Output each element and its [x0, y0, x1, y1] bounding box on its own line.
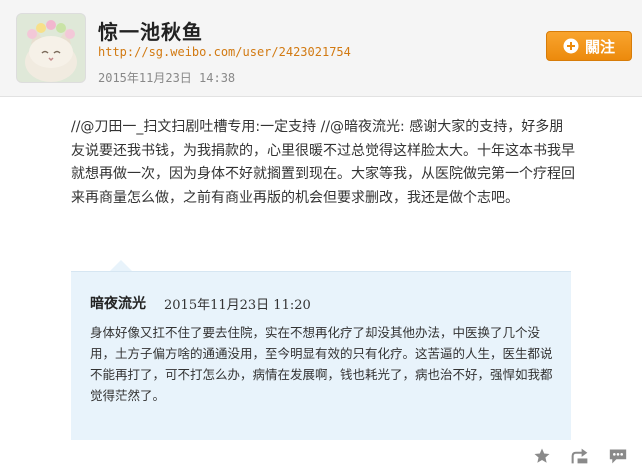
profile-name[interactable]: 惊一池秋鱼	[98, 16, 203, 45]
plus-circle-icon	[563, 38, 579, 54]
comment-icon	[609, 449, 627, 464]
post-text: //@刀田一_扫文扫剧吐槽专用:一定支持 //@暗夜流光: 感谢大家的支持，好多…	[71, 119, 575, 206]
comment-button[interactable]	[606, 446, 630, 466]
cat-avatar-icon	[17, 14, 85, 82]
quote-arrow	[110, 260, 132, 271]
follow-button[interactable]: 關注	[546, 31, 632, 61]
profile-url[interactable]: http://sg.weibo.com/user/2423021754	[98, 45, 351, 59]
favorite-button[interactable]	[530, 446, 554, 466]
post-actions	[530, 446, 630, 466]
follow-button-label: 關注	[584, 37, 615, 56]
post-timestamp: 2015年11月23日 14:38	[98, 71, 236, 85]
repost-icon	[571, 448, 588, 464]
repost-button[interactable]	[568, 446, 592, 466]
profile-header: 惊一池秋鱼 http://sg.weibo.com/user/242302175…	[0, 0, 642, 97]
quote-text: 身体好像又扛不住了要去住院，实在不想再化疗了却没其他办法，中医换了几个没用，土方…	[90, 325, 553, 403]
quote-timestamp: 2015年11月23日 11:20	[164, 298, 311, 313]
favorite-star-icon	[534, 448, 550, 463]
quote-author[interactable]: 暗夜流光	[90, 293, 146, 313]
avatar[interactable]	[16, 13, 86, 83]
